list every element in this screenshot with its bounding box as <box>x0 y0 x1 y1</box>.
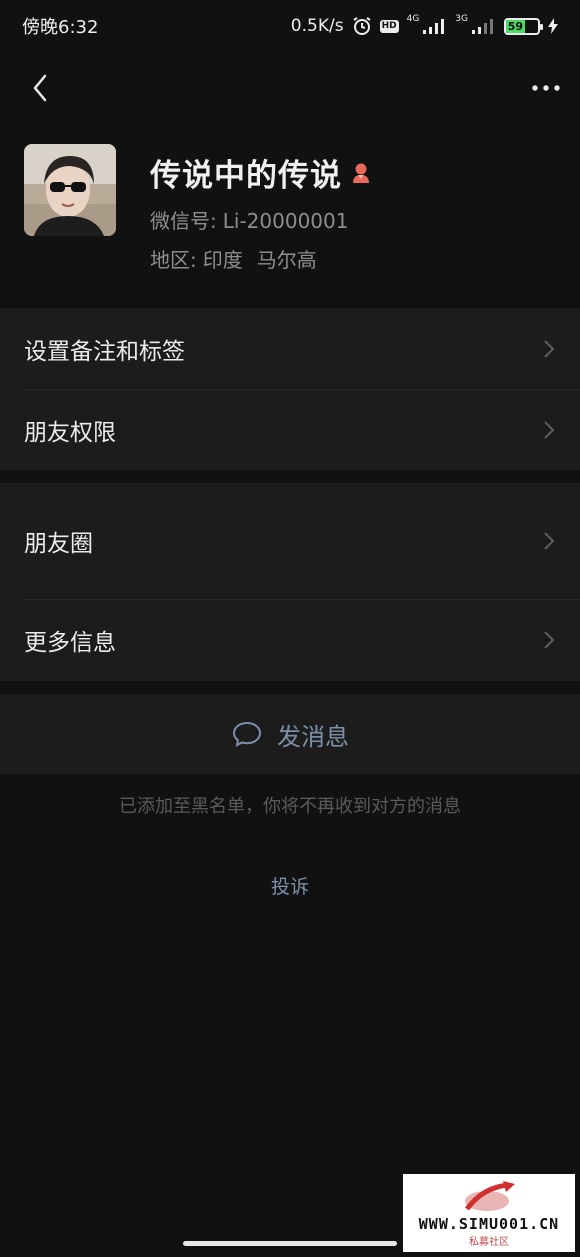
avatar[interactable] <box>24 144 116 236</box>
region-country: 印度 <box>202 248 243 272</box>
hd-badge: HD <box>379 19 399 33</box>
watermark-url: WWW.SIMU001.CN <box>418 1215 560 1233</box>
region-city: 马尔高 <box>256 248 317 272</box>
friend-permissions-item[interactable]: 朋友权限 <box>0 389 580 470</box>
moments-item[interactable]: 朋友圈 <box>0 483 580 599</box>
status-bar: 傍晚6:32 0.5K/s HD 4G 3G 59 <box>0 0 580 52</box>
more-button[interactable] <box>520 68 560 108</box>
watermark: WWW.SIMU001.CN 私募社区 <box>403 1174 575 1252</box>
status-icons: 0.5K/s HD 4G 3G 59 <box>290 14 558 36</box>
region-line: 地区: 印度 马尔高 <box>150 244 372 273</box>
menu-group-settings: 设置备注和标签 朋友权限 <box>0 308 580 470</box>
friend-permissions-label: 朋友权限 <box>24 419 116 446</box>
profile-info: 传说中的传说 微信号: Li-20000001 地区: 印度 马尔高 <box>150 144 372 308</box>
status-time: 傍晚6:32 <box>22 17 99 38</box>
back-arrow-icon <box>33 74 47 102</box>
chevron-right-icon <box>544 532 555 550</box>
female-icon <box>353 163 369 183</box>
menu-group-info: 朋友圈 更多信息 <box>0 483 580 681</box>
avatar-photo <box>24 144 116 236</box>
region-label: 地区: <box>150 248 197 272</box>
more-info-item[interactable]: 更多信息 <box>0 599 580 681</box>
watermark-sub: 私募社区 <box>469 1237 509 1248</box>
nickname: 传说中的传说 <box>150 158 342 194</box>
more-info-label: 更多信息 <box>24 630 116 656</box>
wechat-id-line: 微信号: Li-20000001 <box>150 205 372 234</box>
chevron-right-icon <box>544 631 555 649</box>
back-button[interactable] <box>20 68 60 108</box>
signal-icon <box>423 19 445 34</box>
network-speed: 0.5K/s <box>290 16 344 36</box>
send-message-button[interactable]: 发消息 <box>0 694 580 774</box>
chat-bubble-icon <box>232 721 262 747</box>
battery-level: 59 <box>506 19 525 33</box>
charging-icon <box>548 18 558 34</box>
battery-icon: 59 <box>504 17 543 35</box>
chevron-right-icon <box>544 339 555 358</box>
chevron-right-icon <box>544 420 555 439</box>
remark-tags-item[interactable]: 设置备注和标签 <box>0 308 580 389</box>
wechat-id-label: 微信号: <box>150 209 217 233</box>
network-4g-label: 4G <box>406 14 420 24</box>
signal-icon-2 <box>472 19 493 34</box>
home-indicator[interactable] <box>183 1241 397 1246</box>
send-message-label: 发消息 <box>277 722 349 751</box>
moments-label: 朋友圈 <box>24 531 93 557</box>
remark-tags-label: 设置备注和标签 <box>24 338 185 365</box>
watermark-logo-icon <box>464 1181 515 1211</box>
nav-bar <box>0 60 580 116</box>
profile-header: 传说中的传说 微信号: Li-20000001 地区: 印度 马尔高 <box>0 120 580 308</box>
complain-link[interactable]: 投诉 <box>0 872 580 899</box>
alarm-icon <box>353 17 371 35</box>
more-dots-icon <box>532 85 560 91</box>
network-3g-label: 3G <box>455 14 468 24</box>
wechat-id-value: Li-20000001 <box>222 209 349 233</box>
blacklist-notice: 已添加至黑名单，你将不再收到对方的消息 <box>119 796 461 817</box>
nickname-row: 传说中的传说 <box>150 150 372 195</box>
